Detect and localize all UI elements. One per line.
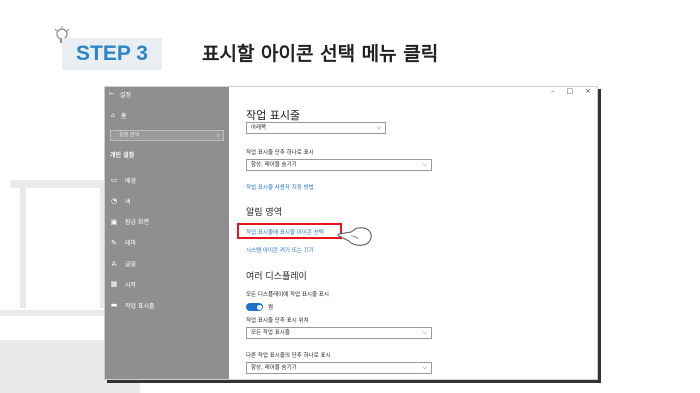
sidebar-item-label: 배경 <box>125 177 137 185</box>
combine-label: 작업 표시줄 단추 하나로 표시 <box>246 150 314 156</box>
pointing-hand-icon <box>337 227 372 246</box>
button-position-dropdown[interactable]: 모든 작업 표시줄 ⌵ <box>246 327 432 339</box>
page-title: 작업 표시줄 <box>246 109 301 122</box>
sidebar-item-fonts[interactable]: A 글꼴 <box>110 253 155 274</box>
dropdown-value: 아래쪽 <box>251 125 267 131</box>
sidebar-item-label: 색 <box>125 198 131 206</box>
main-panel: 작업 표시줄 아래쪽 ⌵ 작업 표시줄 단추 하나로 표시 항상, 레이블 숨기… <box>229 87 597 379</box>
sidebar-item-label: 시작 <box>125 281 137 289</box>
notification-area-heading: 알림 영역 <box>246 208 282 218</box>
sidebar-item-background[interactable]: ▭ 배경 <box>110 170 155 191</box>
sidebar-item-label: 홈 <box>120 113 127 120</box>
combine-dropdown[interactable]: 항상, 레이블 숨기기 ⌵ <box>246 159 432 171</box>
sidebar-item-label: 잠금 화면 <box>125 219 149 227</box>
chevron-down-icon: ⌵ <box>376 124 381 131</box>
multi-display-heading: 여러 디스플레이 <box>246 272 307 282</box>
search-placeholder: 설정 검색 <box>119 132 139 138</box>
dropdown-value: 모든 작업 표시줄 <box>251 330 290 336</box>
search-input[interactable]: 설정 검색 ⌕ <box>110 130 224 141</box>
fonts-icon: A <box>111 259 117 268</box>
dropdown-value: 항상, 레이블 숨기기 <box>251 365 297 371</box>
chevron-down-icon: ⌵ <box>422 364 427 371</box>
sidebar-item-label: 작업 표시줄 <box>125 302 155 310</box>
toggle-state-label: 켬 <box>268 305 274 311</box>
other-combine-label: 다른 작업 표시줄의 단추 하나로 표시 <box>246 353 331 359</box>
select-icons-link[interactable]: 작업 표시줄에 표시할 아이콘 선택 <box>246 228 324 236</box>
step-title: 표시할 아이콘 선택 메뉴 클릭 <box>202 43 439 65</box>
sidebar-item-home[interactable]: ⌂ 홈 <box>111 111 126 120</box>
sidebar-section-title: 개인 설정 <box>110 152 135 159</box>
taskbar-icon: ▬ <box>110 301 118 310</box>
sidebar-item-colors[interactable]: ◔ 색 <box>110 191 155 212</box>
background-icon: ▭ <box>110 176 118 185</box>
sidebar-item-label: 테마 <box>125 240 137 248</box>
settings-window: ← 설정 ⌂ 홈 설정 검색 ⌕ 개인 설정 ▭ 배경 ◔ 색 ▣ 잠금 화면 <box>104 86 598 380</box>
colors-icon: ◔ <box>110 197 118 206</box>
window-title: 설정 <box>120 92 132 99</box>
chevron-down-icon: ⌵ <box>422 329 427 336</box>
customize-link[interactable]: 작업 표시줄 사용자 지정 방법 <box>246 183 314 191</box>
sidebar-item-label: 글꼴 <box>125 261 137 269</box>
start-icon: ▦ <box>110 280 118 289</box>
chevron-down-icon: ⌵ <box>422 161 427 168</box>
dropdown-value: 항상, 레이블 숨기기 <box>251 162 297 168</box>
sidebar-list: ▭ 배경 ◔ 색 ▣ 잠금 화면 ✎ 테마 A 글꼴 ▦ 시작 ▬ 작업 표시줄 <box>110 170 155 316</box>
step-badge: STEP 3 <box>62 38 162 70</box>
home-icon: ⌂ <box>111 112 115 119</box>
lock-screen-icon: ▣ <box>110 217 118 226</box>
show-all-displays-label: 모든 디스플레이에 작업 표시줄 표시 <box>246 292 329 298</box>
sidebar-item-taskbar[interactable]: ▬ 작업 표시줄 <box>110 295 155 316</box>
sidebar-item-themes[interactable]: ✎ 테마 <box>110 232 155 253</box>
sidebar: ← 설정 ⌂ 홈 설정 검색 ⌕ 개인 설정 ▭ 배경 ◔ 색 ▣ 잠금 화면 <box>105 87 229 379</box>
window-titlebar: ← 설정 <box>109 90 131 99</box>
other-combine-dropdown[interactable]: 항상, 레이블 숨기기 ⌵ <box>246 362 432 374</box>
sidebar-item-start[interactable]: ▦ 시작 <box>110 274 155 295</box>
system-icons-link[interactable]: 시스템 아이콘 켜기 또는 끄기 <box>246 246 314 254</box>
themes-icon: ✎ <box>111 238 117 247</box>
taskbar-location-dropdown[interactable]: 아래쪽 ⌵ <box>246 122 386 134</box>
search-icon: ⌕ <box>216 132 220 139</box>
button-position-label: 작업 표시줄 단추 표시 위치 <box>246 318 309 324</box>
sidebar-item-lock-screen[interactable]: ▣ 잠금 화면 <box>110 212 155 233</box>
back-arrow-icon[interactable]: ← <box>109 90 114 99</box>
show-all-displays-toggle[interactable] <box>246 303 263 311</box>
